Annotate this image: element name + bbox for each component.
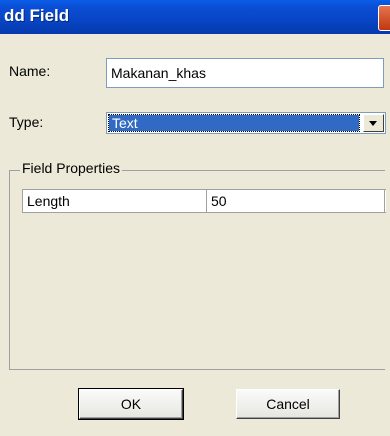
type-label: Type: [9,114,44,130]
property-value-cell[interactable]: 50 [207,190,385,212]
chevron-down-icon [369,121,377,126]
ok-button[interactable]: OK [78,388,184,420]
cancel-button[interactable]: Cancel [236,389,340,419]
property-name-cell: Length [23,190,207,212]
properties-table: Length 50 [22,189,386,213]
name-field[interactable] [106,58,384,88]
window-title: dd Field [4,6,70,25]
name-label: Name: [9,63,51,79]
type-select[interactable]: Text [106,112,386,134]
close-button[interactable] [378,5,390,31]
field-properties-title: Field Properties [20,160,123,176]
type-dropdown-button[interactable] [363,114,384,132]
type-selected-value: Text [108,114,360,132]
title-bar[interactable]: dd Field [0,0,390,34]
